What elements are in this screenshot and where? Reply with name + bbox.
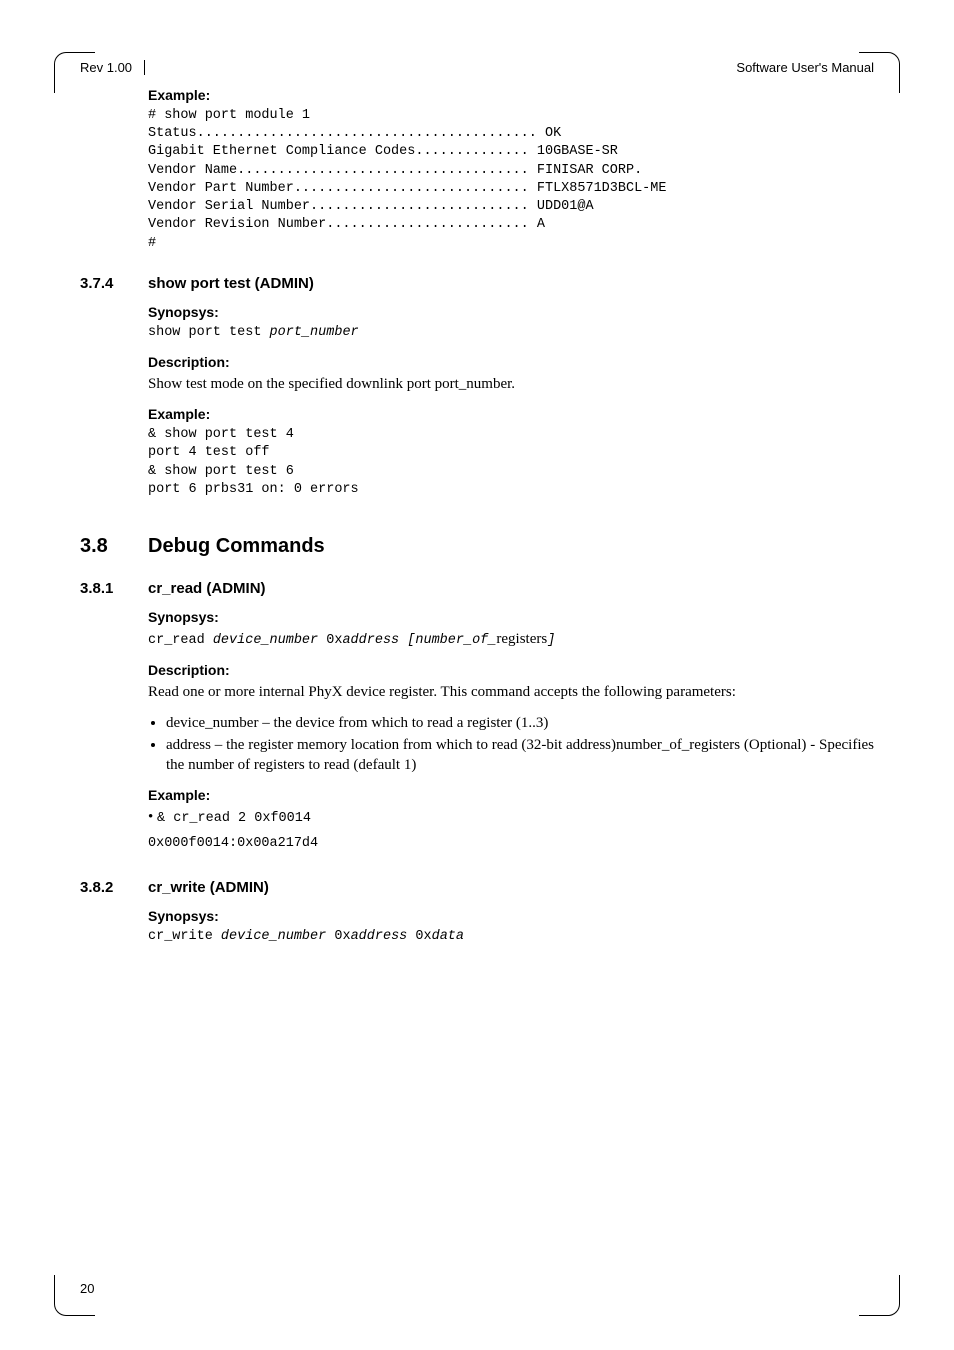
section-number: 3.8 xyxy=(80,535,148,558)
code-line: & show port test 6 xyxy=(148,463,874,481)
example-heading: Example: xyxy=(148,787,874,803)
example-output: & show port test 4 port 4 test off & sho… xyxy=(148,426,874,499)
code-line: Vendor Name.............................… xyxy=(148,162,874,180)
code-line: # show port module 1 xyxy=(148,107,874,125)
section-heading-381: 3.8.1 cr_read (ADMIN) xyxy=(80,580,874,597)
synopsys-heading: Synopsys: xyxy=(148,609,874,625)
code-line: # xyxy=(148,235,874,253)
section-heading-374: 3.7.4 show port test (ADMIN) xyxy=(80,275,874,292)
example-output: 0x000f0014:0x00a217d4 xyxy=(148,835,874,853)
synopsys-line: show port test port_number xyxy=(148,324,874,342)
syn-lit: 0x xyxy=(407,929,431,944)
description-text: Show test mode on the specified downlink… xyxy=(148,374,874,394)
code-line: Gigabit Ethernet Compliance Codes.......… xyxy=(148,143,874,161)
syn-arg: device_number xyxy=(221,929,326,944)
description-bullets: device_number – the device from which to… xyxy=(148,713,874,776)
bullet-item: address – the register memory location f… xyxy=(166,735,874,776)
syn-cmd: cr_write xyxy=(148,929,221,944)
synopsys-heading: Synopsys: xyxy=(148,304,874,320)
syn-lit: 0x xyxy=(326,929,350,944)
code-line: & show port test 4 xyxy=(148,426,874,444)
example-output: # show port module 1 Status.............… xyxy=(148,107,874,253)
code-line: port 6 prbs31 on: 0 errors xyxy=(148,481,874,499)
running-header: Rev 1.00 Software User's Manual xyxy=(80,60,874,75)
section-number: 3.8.2 xyxy=(80,879,148,896)
example-heading: Example: xyxy=(148,406,874,422)
code-line: Vendor Serial Number....................… xyxy=(148,198,874,216)
description-text: Read one or more internal PhyX device re… xyxy=(148,682,874,702)
section-title: cr_read (ADMIN) xyxy=(148,580,266,597)
section-title: show port test (ADMIN) xyxy=(148,275,314,292)
syn-arg: device_number xyxy=(213,633,318,648)
syn-reg: registers xyxy=(496,631,547,647)
example-heading: Example: xyxy=(148,87,874,103)
section-number: 3.7.4 xyxy=(80,275,148,292)
corner-bracket-br xyxy=(859,1275,900,1316)
page-body: Example: # show port module 1 Status....… xyxy=(80,87,874,946)
code-line: Vendor Part Number......................… xyxy=(148,180,874,198)
example-code: & cr_read 2 0xf0014 xyxy=(157,811,311,826)
synopsys-line: cr_read device_number 0xaddress [number_… xyxy=(148,629,874,650)
corner-bracket-tl xyxy=(54,52,95,93)
code-line: Vendor Revision Number..................… xyxy=(148,216,874,234)
syn-cmd: cr_read xyxy=(148,633,213,648)
code-line: Status..................................… xyxy=(148,125,874,143)
bullet-item: device_number – the device from which to… xyxy=(166,713,874,733)
page-number: 20 xyxy=(80,1281,94,1296)
syn-cmd: show port test xyxy=(148,325,270,340)
section-title: Debug Commands xyxy=(148,535,325,558)
syn-arg: ] xyxy=(547,633,555,648)
code-line: port 4 test off xyxy=(148,444,874,462)
corner-bracket-tr xyxy=(859,52,900,93)
syn-arg: port_number xyxy=(270,325,359,340)
bullet-glyph: • xyxy=(148,809,157,825)
synopsys-heading: Synopsys: xyxy=(148,908,874,924)
description-heading: Description: xyxy=(148,662,874,678)
syn-arg: address xyxy=(351,929,408,944)
example-line: • & cr_read 2 0xf0014 xyxy=(148,807,874,828)
description-heading: Description: xyxy=(148,354,874,370)
section-heading-382: 3.8.2 cr_write (ADMIN) xyxy=(80,879,874,896)
page: Rev 1.00 Software User's Manual Example:… xyxy=(0,0,954,1350)
syn-arg: data xyxy=(432,929,464,944)
syn-arg: address [number_of_ xyxy=(342,633,496,648)
section-heading-38: 3.8 Debug Commands xyxy=(80,535,874,558)
header-title: Software User's Manual xyxy=(736,60,874,75)
section-number: 3.8.1 xyxy=(80,580,148,597)
syn-lit: 0x xyxy=(318,633,342,648)
synopsys-line: cr_write device_number 0xaddress 0xdata xyxy=(148,928,874,946)
section-title: cr_write (ADMIN) xyxy=(148,879,269,896)
